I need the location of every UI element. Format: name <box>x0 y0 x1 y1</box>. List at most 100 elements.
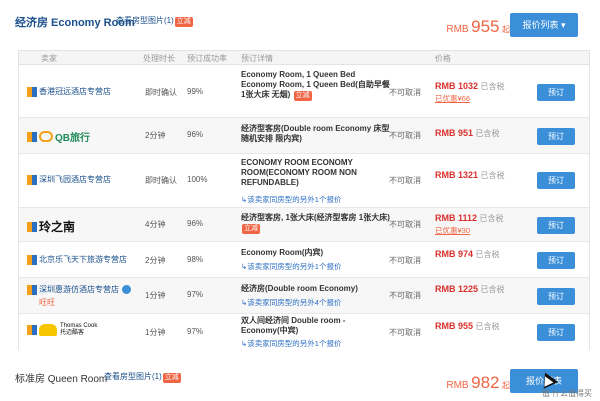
queen-room-photos-link[interactable]: 查看房型图片(1) 立减 <box>104 371 181 383</box>
vendor-link[interactable]: Thomas Cook 托迈酷客 <box>27 323 100 337</box>
economy-room-photos-link[interactable]: 查看房型图片(1) 立减 <box>116 15 193 27</box>
quote-price: RMB 974 已含税 <box>435 249 500 260</box>
success-rate: 99% <box>187 87 204 96</box>
more-quotes-link[interactable]: ↳该卖家同房型的另外4个报价 <box>241 297 341 308</box>
header-vendor: 卖家 <box>41 54 57 63</box>
queen-photos-label[interactable]: 查看房型图片(1) <box>104 372 162 381</box>
price-value: RMB 951 <box>435 128 474 138</box>
room-detail: 经济房(Double room Economy) <box>241 284 391 294</box>
vendor-name[interactable]: Thomas Cook 托迈酷客 <box>60 323 100 337</box>
queen-room-title: 标准房 Queen Room <box>15 374 108 385</box>
qb-logo-icon <box>39 131 53 142</box>
more-quotes-link[interactable]: ↳该卖家同房型的另外1个报价 <box>241 194 341 205</box>
success-rate: 100% <box>187 175 208 184</box>
room-detail-text: Economy Room, 1 Queen Bed Economy Room, … <box>241 70 390 99</box>
table-row: 玲之南 4分钟 96% 经济型客房, 1张大床(经济型客房 1张大床) 立减 不… <box>19 208 589 242</box>
book-button[interactable]: 预订 <box>537 252 575 269</box>
room-detail-text: 经济型客房, 1张大床(经济型客房 1张大床) <box>241 213 390 222</box>
vendor-link[interactable]: 北京乐飞天下旅游专营店 <box>27 254 127 265</box>
quotes-table: 卖家 处理时长 预订成功率 预订详情 价格 香港冠远酒店专营店 即时确认 99%… <box>18 50 590 350</box>
queen-price-suffix: 起 <box>502 381 510 390</box>
room-detail-text: Economy Room(内宾) <box>241 248 324 257</box>
economy-price-value: 955 <box>471 17 500 36</box>
book-button[interactable]: 预订 <box>537 324 575 341</box>
room-detail: ECONOMY ROOM ECONOMY ROOM(ECONOMY ROOM N… <box>241 158 391 188</box>
vendor-link[interactable]: 深圳惠游仿酒店专营店 <box>27 284 131 295</box>
success-rate: 96% <box>187 219 204 228</box>
header-success-rate: 预订成功率 <box>187 54 227 63</box>
price-tax: 已含税 <box>475 129 500 138</box>
detail-badge: 立减 <box>242 224 260 234</box>
price-value: RMB 1032 <box>435 81 479 91</box>
table-row: 深圳惠游仿酒店专营店 旺旺 1分钟 97% 经济房(Double room Ec… <box>19 278 589 314</box>
chat-icon[interactable] <box>122 285 131 294</box>
book-button[interactable]: 预订 <box>537 128 575 145</box>
table-row: QB旅行 2分钟 96% 经济型客房(Double room Economy 床… <box>19 118 589 154</box>
book-button[interactable]: 预订 <box>537 172 575 189</box>
queen-price-from: RMB 982 起 <box>446 373 510 393</box>
more-quotes-link[interactable]: ↳该卖家同房型的另外1个报价 <box>241 261 341 272</box>
economy-photos-label[interactable]: 查看房型图片(1) <box>116 16 174 25</box>
table-header: 卖家 处理时长 预订成功率 预订详情 价格 <box>19 51 589 65</box>
price-value: RMB 1225 <box>435 284 479 294</box>
vendor-name[interactable]: 香港冠远酒店专营店 <box>39 86 111 97</box>
economy-price-currency: RMB <box>446 24 469 35</box>
cancel-policy: 不可取消 <box>389 256 421 265</box>
store-logo-icon <box>27 284 37 295</box>
price-tax: 已含税 <box>475 322 500 331</box>
economy-room-header: 经济房 Economy Room 查看房型图片(1) 立减 RMB 955 起 报… <box>0 10 600 40</box>
table-row: Thomas Cook 托迈酷客 1分钟 97% 双人间经济间 Double r… <box>19 314 589 350</box>
hotel-room-quotes: 经济房 Economy Room 查看房型图片(1) 立减 RMB 955 起 报… <box>0 0 600 401</box>
vendor-name[interactable]: 北京乐飞天下旅游专营店 <box>39 254 127 265</box>
confirm-time: 2分钟 <box>145 256 166 265</box>
success-rate: 98% <box>187 255 204 264</box>
cancel-policy: 不可取消 <box>389 88 421 97</box>
quote-price: RMB 955 已含税 <box>435 321 500 332</box>
price-tax: 已含税 <box>480 82 505 91</box>
book-button[interactable]: 预订 <box>537 84 575 101</box>
store-logo-icon <box>27 325 37 335</box>
vendor-link[interactable]: 香港冠远酒店专营店 <box>27 86 111 97</box>
price-value: RMB 1321 <box>435 170 479 180</box>
confirm-time: 2分钟 <box>145 131 166 140</box>
price-tax: 已含税 <box>480 171 505 180</box>
book-button[interactable]: 预订 <box>537 217 575 234</box>
detail-badge: 立减 <box>293 91 312 101</box>
vendor-contact[interactable]: 旺旺 <box>39 297 55 308</box>
vendor-name[interactable]: QB旅行 <box>55 129 90 144</box>
price-tax: 已含税 <box>480 285 505 294</box>
quote-price: RMB 1032 已含税 <box>435 81 505 92</box>
more-quotes-link[interactable]: ↳该卖家同房型的另外1个报价 <box>241 338 341 349</box>
confirm-time: 4分钟 <box>145 220 166 229</box>
book-button[interactable]: 预订 <box>537 288 575 305</box>
room-detail: Economy Room, 1 Queen Bed Economy Room, … <box>241 70 391 101</box>
watermark: 值 什么值得买 <box>541 389 592 398</box>
thomas-cook-logo-icon <box>39 324 57 336</box>
vendor-link[interactable]: 玲之南 <box>27 218 75 235</box>
vendor-name[interactable]: 深圳惠游仿酒店专营店 <box>39 284 119 295</box>
confirm-time: 1分钟 <box>145 328 166 337</box>
vendor-link[interactable]: 深圳飞园酒店专营店 <box>27 174 111 185</box>
table-row: 深圳飞园酒店专营店 即时确认 100% ECONOMY ROOM ECONOMY… <box>19 154 589 208</box>
price-discount[interactable]: 已优惠¥30 <box>435 225 470 236</box>
vendor-name[interactable]: 玲之南 <box>39 218 75 235</box>
store-logo-icon <box>27 174 37 185</box>
queen-room-header: 标准房 Queen Room 查看房型图片(1) 立减 RMB 982 起 报价列… <box>0 366 600 396</box>
cancel-policy: 不可取消 <box>389 220 421 229</box>
price-discount[interactable]: 已优惠¥66 <box>435 93 470 104</box>
header-price: 价格 <box>435 54 451 63</box>
room-detail-text: 经济房(Double room Economy) <box>241 284 358 293</box>
price-tax: 已含税 <box>479 214 504 223</box>
price-tax: 已含税 <box>475 250 500 259</box>
confirm-time: 即时确认 <box>145 176 177 185</box>
vendor-name[interactable]: 深圳飞园酒店专营店 <box>39 174 111 185</box>
economy-photos-badge: 立减 <box>174 17 193 27</box>
room-detail-text: 经济型客房(Double room Economy 床型随机安排 限内宾) <box>241 124 390 143</box>
vendor-link[interactable]: QB旅行 <box>27 129 90 144</box>
economy-price-from: RMB 955 起 <box>446 17 510 37</box>
success-rate: 97% <box>187 290 204 299</box>
room-detail: 双人间经济间 Double room - Economy(中宾) <box>241 316 391 336</box>
success-rate: 96% <box>187 130 204 139</box>
economy-quote-list-button[interactable]: 报价列表 ▾ <box>510 13 578 37</box>
store-logo-icon <box>27 221 37 232</box>
